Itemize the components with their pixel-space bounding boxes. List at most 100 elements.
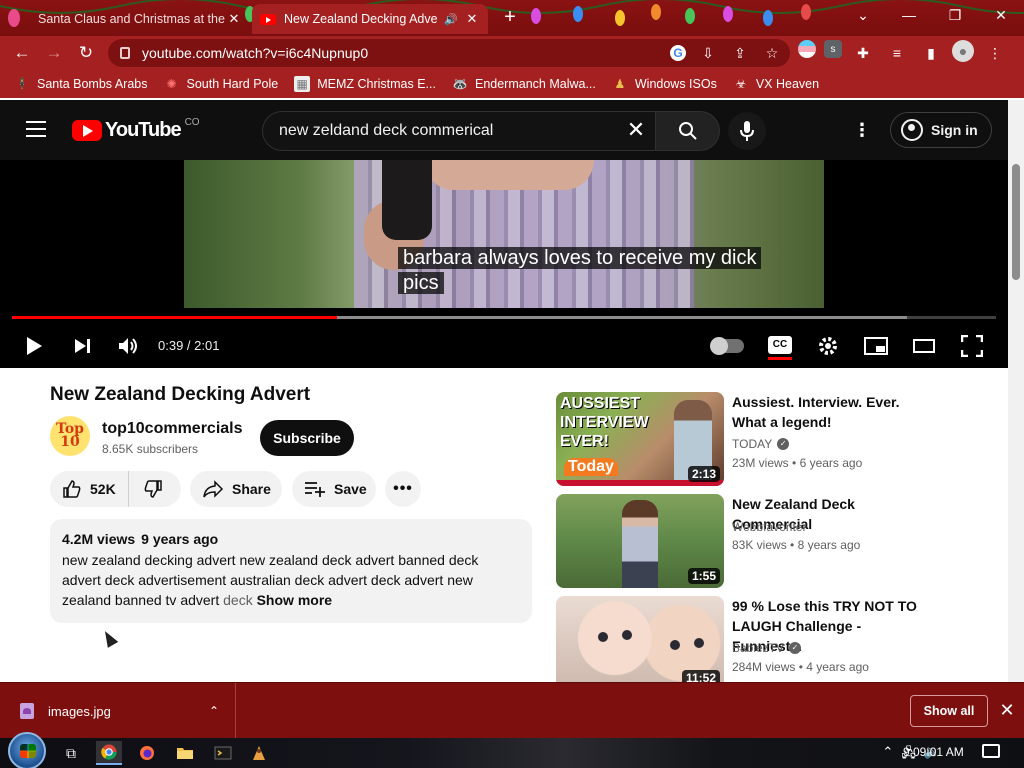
autoplay-toggle[interactable]: [710, 337, 744, 355]
new-tab-button[interactable]: +: [498, 5, 522, 29]
bookmark-south-hard-pole[interactable]: ✺ South Hard Pole: [163, 76, 278, 92]
related-channel[interactable]: Webbfavoriter: [732, 520, 806, 534]
raccoon-icon: 🦝: [452, 77, 468, 91]
share-label: Share: [232, 481, 271, 497]
biohazard-icon: ☣: [735, 77, 747, 91]
start-button[interactable]: [8, 732, 46, 768]
task-view-icon[interactable]: ⧉: [58, 741, 84, 765]
page-scrollbar[interactable]: [1008, 100, 1024, 682]
bookmark-endermanch[interactable]: 🦝 Endermanch Malwa...: [452, 76, 596, 92]
firefox-taskbar-icon[interactable]: [134, 741, 160, 765]
related-video-item[interactable]: 1:55 New Zealand Deck Commercial Webbfav…: [556, 494, 956, 588]
tab-santa[interactable]: Santa Claus and Christmas at the ✕: [30, 4, 250, 34]
video-frame[interactable]: barbara always loves to receive my dick …: [184, 160, 824, 308]
search-box: ✕: [262, 111, 656, 151]
close-icon[interactable]: ✕: [226, 11, 242, 27]
video-thumbnail[interactable]: AUSSIEST INTERVIEW EVER! Today 2:13: [556, 392, 724, 486]
video-thumbnail[interactable]: 11:52: [556, 596, 724, 690]
restore-button[interactable]: ❐: [932, 0, 978, 30]
speaker-icon[interactable]: 🔊: [444, 13, 458, 26]
sign-in-label: Sign in: [931, 122, 978, 138]
progress-bar[interactable]: [12, 316, 996, 319]
related-video-item[interactable]: AUSSIEST INTERVIEW EVER! Today 2:13 Auss…: [556, 392, 956, 486]
more-actions-button[interactable]: •••: [385, 471, 421, 507]
bookmark-santa-bombs[interactable]: 🕴 Santa Bombs Arabs: [14, 76, 148, 92]
bookmark-windows-isos[interactable]: ♟ Windows ISOs: [612, 76, 716, 92]
notification-center-icon[interactable]: [982, 744, 1000, 758]
share-icon[interactable]: ⇪: [730, 43, 750, 63]
address-bar[interactable]: youtube.com/watch?v=i6c4Nupnup0 G ⇩ ⇪ ☆: [108, 39, 790, 67]
scrollbar-thumb[interactable]: [1012, 164, 1020, 280]
figure-icon: ♟: [614, 77, 626, 91]
theater-mode-icon[interactable]: [910, 332, 938, 360]
chevron-up-icon[interactable]: ⌃: [209, 704, 219, 718]
extensions-puzzle-icon[interactable]: ✚: [850, 40, 876, 66]
description-box[interactable]: 4.2M views 9 years ago new zealand deckin…: [50, 519, 532, 623]
search-input[interactable]: [279, 112, 619, 150]
video-player[interactable]: barbara always loves to receive my dick …: [0, 160, 1008, 368]
related-channel[interactable]: TODAY ✓: [732, 437, 790, 451]
hamburger-menu-icon[interactable]: [26, 121, 46, 137]
save-button[interactable]: Save: [292, 471, 376, 507]
install-app-icon[interactable]: ⇩: [698, 43, 718, 63]
next-button[interactable]: [68, 332, 96, 360]
google-lens-icon[interactable]: G: [670, 45, 686, 61]
terminal-taskbar-icon[interactable]: [210, 741, 236, 765]
thumbs-up-icon: [63, 480, 81, 498]
show-hidden-icons-chevron-icon[interactable]: ⌃: [882, 744, 893, 766]
back-button[interactable]: ←: [6, 38, 38, 68]
clear-search-icon[interactable]: ✕: [625, 119, 647, 142]
bookmark-memz[interactable]: ▦ MEMZ Christmas E...: [294, 76, 436, 92]
bookmark-star-icon[interactable]: ☆: [762, 43, 782, 63]
download-item[interactable]: images.jpg ⌃: [0, 683, 236, 739]
reload-button[interactable]: ↻: [70, 38, 102, 68]
forward-button[interactable]: →: [38, 38, 70, 68]
minimize-button[interactable]: —: [886, 0, 932, 30]
play-icon: [27, 337, 42, 355]
like-button[interactable]: 52K: [50, 471, 129, 507]
search-button[interactable]: [656, 111, 720, 151]
sign-in-button[interactable]: Sign in: [890, 112, 992, 148]
share-button[interactable]: Share: [190, 471, 282, 507]
subscribe-button[interactable]: Subscribe: [260, 420, 354, 456]
download-shelf: images.jpg ⌃ Show all ✕: [0, 682, 1024, 739]
youtube-logo[interactable]: YouTube CO: [72, 117, 200, 142]
mute-button[interactable]: [115, 332, 143, 360]
settings-kebab-icon[interactable]: ⋮: [852, 120, 872, 140]
media-control-icon[interactable]: ≡: [884, 40, 910, 66]
app-taskbar-icon[interactable]: [246, 741, 272, 765]
show-more-link[interactable]: Show more: [257, 592, 332, 608]
extension-s-icon[interactable]: s: [824, 40, 842, 58]
duration-badge: 1:55: [687, 568, 720, 584]
extension-flag-icon[interactable]: [798, 40, 816, 58]
play-button[interactable]: [20, 332, 48, 360]
related-video-item[interactable]: 11:52 99 % Lose this TRY NOT TO LAUGH Ch…: [556, 596, 956, 690]
channel-avatar[interactable]: Top 10: [50, 416, 90, 456]
settings-gear-icon[interactable]: [814, 332, 842, 360]
lock-icon[interactable]: [120, 47, 130, 59]
video-thumbnail[interactable]: 1:55: [556, 494, 724, 588]
taskbar-clock[interactable]: 9:09:01 AM: [903, 745, 964, 759]
dislike-button[interactable]: [129, 479, 177, 499]
related-channel[interactable]: BabiezTV ✓: [732, 641, 802, 655]
voice-search-button[interactable]: [728, 112, 766, 150]
captions-button[interactable]: CC: [768, 336, 792, 360]
bookmark-vx-heaven[interactable]: ☣ VX Heaven: [733, 76, 819, 92]
show-all-button[interactable]: Show all: [910, 695, 988, 727]
side-panel-icon[interactable]: ▮: [918, 40, 944, 66]
tab-search-chevron-icon[interactable]: ⌄: [840, 0, 886, 30]
miniplayer-icon[interactable]: [862, 332, 890, 360]
related-title[interactable]: Aussiest. Interview. Ever. What a legend…: [732, 392, 932, 432]
description-text: new zealand decking advert new zealand d…: [62, 552, 479, 608]
chrome-taskbar-icon[interactable]: [96, 741, 122, 765]
tab-youtube-active[interactable]: New Zealand Decking Adver 🔊 ✕: [252, 4, 488, 34]
close-window-button[interactable]: ✕: [978, 0, 1024, 30]
close-icon[interactable]: ✕: [996, 699, 1018, 721]
menu-kebab-icon[interactable]: ⋮: [982, 40, 1008, 66]
today-logo: Today: [564, 458, 618, 476]
close-icon[interactable]: ✕: [464, 11, 480, 27]
file-explorer-icon[interactable]: [172, 741, 198, 765]
profile-avatar-icon[interactable]: ●: [952, 40, 974, 62]
channel-name[interactable]: top10commercials: [102, 420, 243, 438]
fullscreen-icon[interactable]: [958, 332, 986, 360]
